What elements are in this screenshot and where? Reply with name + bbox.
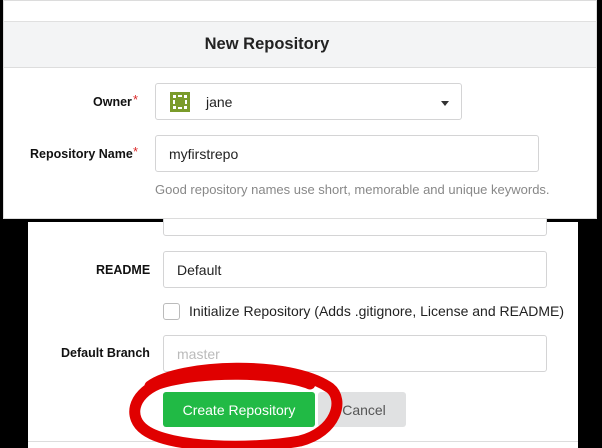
repository-name-hint: Good repository names use short, memorab… (155, 182, 550, 197)
repository-name-value: myfirstrepo (169, 145, 239, 162)
new-repository-card: New Repository Owner * jane Repository N… (3, 0, 597, 219)
create-repository-button-label: Create Repository (182, 401, 296, 418)
owner-dropdown[interactable]: jane (155, 83, 462, 120)
default-branch-label: Default Branch (61, 346, 150, 360)
repository-name-required-mark: * (133, 144, 139, 159)
owner-value: jane (206, 94, 233, 110)
readme-value: Default (177, 261, 222, 278)
create-repository-button[interactable]: Create Repository (163, 392, 315, 427)
default-branch-placeholder: master (177, 345, 220, 362)
page-title: New Repository (204, 35, 330, 53)
repository-name-label: Repository Name (30, 147, 133, 161)
init-repo-checkbox[interactable] (163, 303, 180, 320)
default-branch-input[interactable]: master (163, 335, 547, 372)
identicon-avatar-icon (170, 92, 190, 112)
init-repo-label: Initialize Repository (Adds .gitignore, … (189, 303, 565, 319)
readme-select[interactable]: Default (163, 251, 547, 288)
repository-name-input[interactable]: myfirstrepo (155, 135, 539, 172)
readme-label: README (96, 263, 151, 277)
caret-down-icon (441, 101, 449, 106)
divider (28, 441, 578, 442)
owner-label: Owner (93, 95, 132, 109)
cancel-button-label: Cancel (342, 401, 386, 418)
top-strip (4, 1, 596, 22)
owner-required-mark: * (133, 92, 139, 107)
cancel-button[interactable]: Cancel (318, 392, 406, 427)
card-header: New Repository (4, 22, 596, 68)
